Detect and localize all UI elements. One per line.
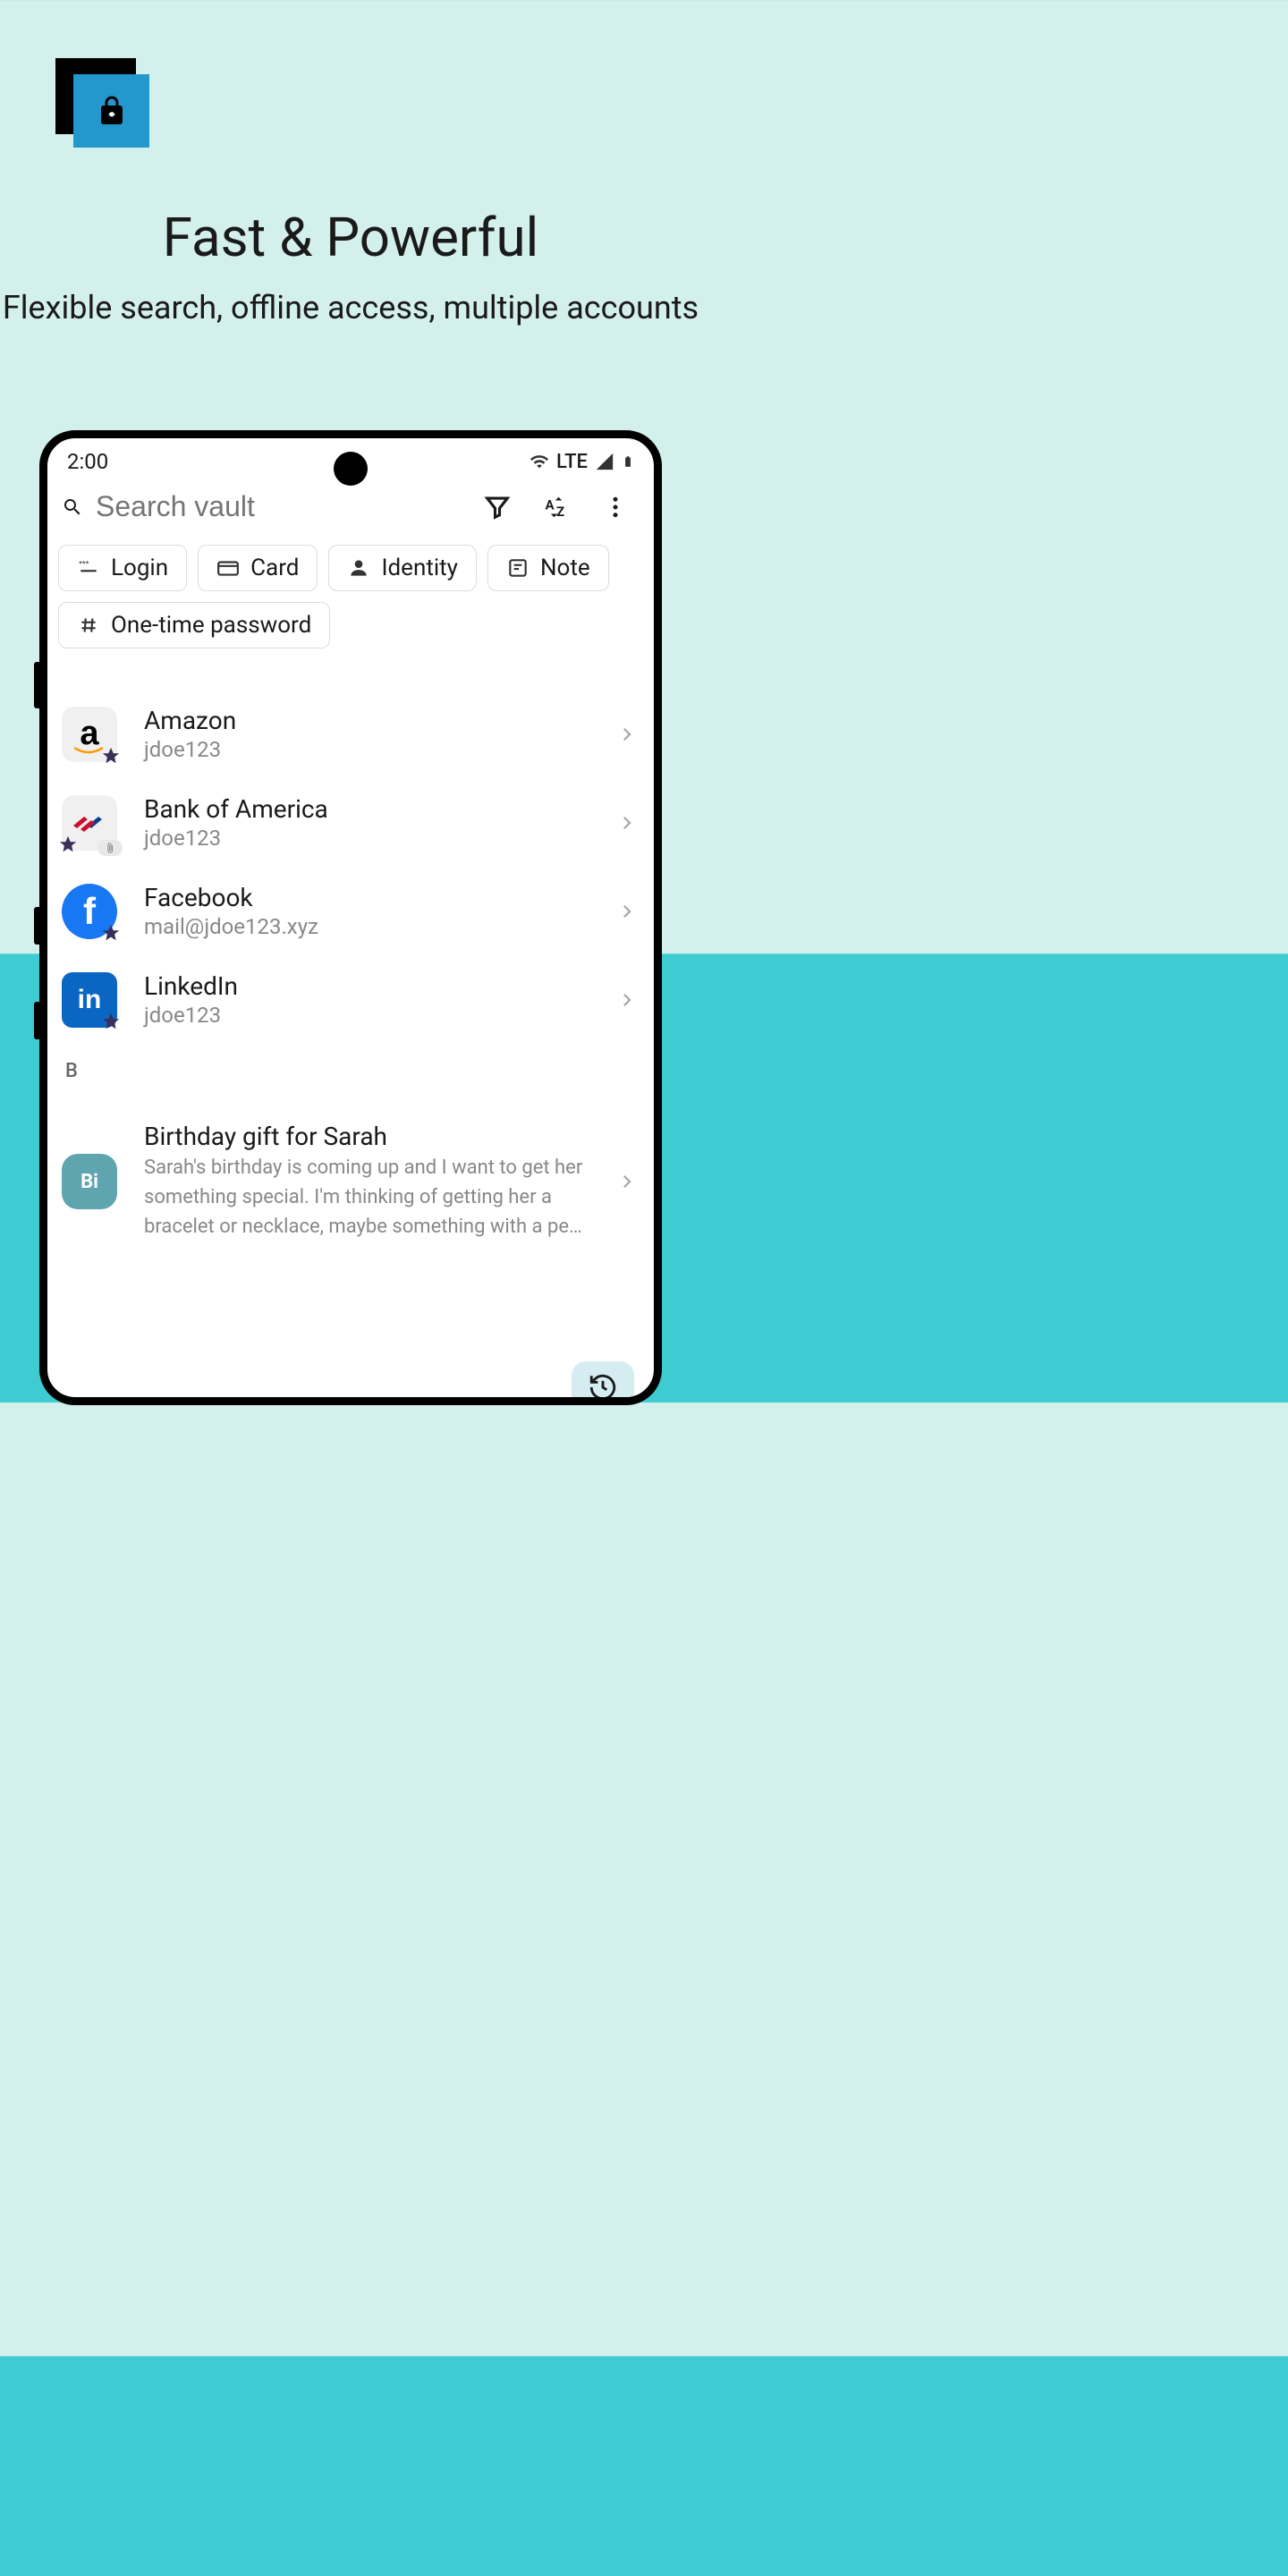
chip-label: Login [111, 555, 168, 581]
item-sub: mail@jdoe123.xyz [144, 914, 588, 939]
hero-title: Fast & Powerful [0, 206, 701, 269]
list-item[interactable]: f Facebook mail@jdoe123.xyz [47, 867, 654, 955]
filter-chips: *** Login Card Identity Note One-time pa… [47, 545, 654, 663]
star-icon [101, 746, 121, 766]
star-icon [58, 835, 78, 854]
avatar-facebook: f [62, 884, 117, 939]
lock-icon [96, 91, 128, 131]
battery-icon [622, 452, 634, 471]
chip-label: One-time password [111, 612, 311, 639]
attachment-icon [97, 840, 123, 856]
vault-list: a Amazon jdoe123 Bank of America jdoe123 [47, 663, 654, 1258]
chip-label: Card [250, 555, 299, 581]
more-icon[interactable] [602, 494, 629, 521]
list-item[interactable]: Bi Birthday gift for Sarah Sarah's birth… [47, 1086, 654, 1258]
list-item[interactable]: Bank of America jdoe123 [47, 778, 654, 867]
chevron-right-icon [614, 987, 640, 1013]
svg-text:Z: Z [556, 504, 564, 520]
status-network: LTE [556, 451, 588, 473]
card-icon [216, 556, 240, 580]
hash-icon [77, 614, 100, 637]
search-input[interactable] [96, 490, 471, 523]
avatar-amazon: a [62, 707, 117, 762]
svg-text:A: A [546, 496, 555, 513]
chevron-right-icon [614, 810, 640, 835]
history-fab[interactable] [572, 1361, 634, 1397]
person-icon [347, 556, 370, 580]
avatar-linkedin: in [62, 972, 117, 1028]
chip-label: Note [540, 555, 590, 581]
chip-identity[interactable]: Identity [328, 545, 477, 591]
star-icon [101, 923, 121, 943]
app-logo [55, 58, 149, 148]
status-time: 2:00 [67, 449, 108, 474]
list-item[interactable]: a Amazon jdoe123 [47, 690, 654, 778]
item-title: Bank of America [144, 794, 588, 824]
sort-az-icon[interactable]: AZ [543, 494, 570, 521]
search-icon[interactable] [62, 492, 83, 522]
star-icon [101, 1012, 121, 1031]
chip-card[interactable]: Card [198, 545, 318, 591]
signal-icon [595, 452, 614, 471]
hero-subtitle: Flexible search, offline access, multipl… [0, 288, 701, 328]
chevron-right-icon [614, 899, 640, 924]
section-header-b: B [47, 1044, 654, 1086]
phone-camera-notch [334, 452, 368, 486]
item-title: Birthday gift for Sarah [144, 1122, 588, 1151]
svg-text:***: *** [79, 560, 89, 569]
item-title: Amazon [144, 706, 588, 735]
chip-otp[interactable]: One-time password [58, 602, 330, 648]
item-title: LinkedIn [144, 971, 588, 1001]
chip-label: Identity [381, 555, 458, 581]
item-body: Sarah's birthday is coming up and I want… [144, 1153, 588, 1241]
note-icon [506, 556, 530, 580]
chevron-right-icon [614, 722, 640, 747]
avatar-boa [62, 795, 117, 851]
chevron-right-icon [614, 1169, 640, 1194]
list-item[interactable]: in LinkedIn jdoe123 [47, 955, 654, 1044]
history-icon [588, 1372, 618, 1402]
item-sub: jdoe123 [144, 1003, 588, 1028]
phone-frame: 2:00 LTE AZ *** Login Card Identity [39, 430, 662, 1405]
chip-login[interactable]: *** Login [58, 545, 187, 591]
item-sub: jdoe123 [144, 826, 588, 851]
avatar-note: Bi [62, 1154, 117, 1209]
item-sub: jdoe123 [144, 737, 588, 762]
item-title: Facebook [144, 883, 588, 912]
chip-note[interactable]: Note [487, 545, 609, 591]
password-icon: *** [77, 556, 100, 580]
wifi-icon [530, 452, 549, 471]
search-row: AZ [47, 479, 654, 545]
filter-icon[interactable] [484, 494, 511, 521]
